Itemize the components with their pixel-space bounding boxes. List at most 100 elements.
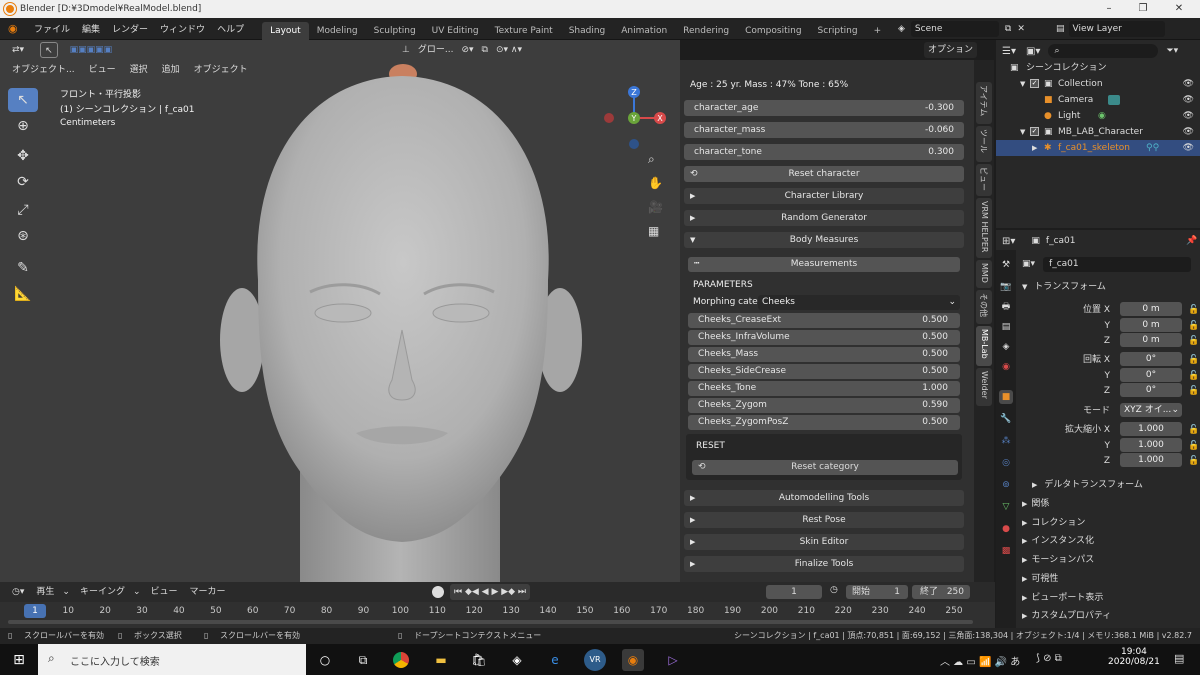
property-section[interactable]: ▶ ビューポート表示 [1016,589,1200,607]
tab-mmd[interactable]: MMD [976,260,992,288]
param-slider[interactable]: Cheeks_CreaseExt 0.500 [688,313,960,328]
tab-scripting[interactable]: Scripting [810,22,866,40]
include-checkbox[interactable]: ✓ [1030,127,1039,136]
modifier-tab-icon[interactable]: 🔧 [999,412,1013,426]
filter-icon[interactable]: ⏷▾ [1166,46,1178,56]
rotate-icon[interactable]: ⟳ [8,170,38,194]
property-section[interactable]: ▶ 関係 [1016,495,1200,513]
chevron-down-icon[interactable]: ⌄ [58,584,74,600]
scale-y-field[interactable]: 1.000 [1120,437,1182,452]
end-frame-field[interactable]: 終了 250 [912,585,970,599]
file-explorer-icon[interactable]: ▬ [430,649,452,671]
taskbar-search[interactable]: ⌕ ここに入力して検索 [38,644,306,675]
property-section[interactable]: ▶ モーションパス [1016,551,1200,569]
delete-scene-icon[interactable]: ✕ [1017,24,1025,34]
pivot-icon[interactable]: ⊥ [398,42,414,58]
tab-item[interactable]: アイテム [976,82,992,124]
outliner-root[interactable]: ▣ シーンコレクション [996,60,1200,76]
menu-playback[interactable]: 再生 [32,584,58,600]
outliner-search[interactable]: ⌕ [1048,44,1159,58]
notification-icon[interactable]: ▤ [1174,652,1184,665]
world-tab-icon[interactable]: ◉ [999,360,1013,374]
chevron-down-icon[interactable]: ⌄ [129,584,145,600]
panel-random-generator[interactable]: ▶ Random Generator [684,210,964,226]
hand-pan-icon[interactable]: ✋ [648,176,663,190]
data-tab-icon[interactable]: ▽ [999,500,1013,514]
lock-icon[interactable]: 🔓 [1188,352,1199,368]
grid-ortho-icon[interactable]: ▦ [648,224,659,238]
current-frame-field[interactable]: 1 [766,585,822,599]
pin-icon[interactable]: 📌 [1186,236,1197,246]
scale-icon[interactable]: ⤢ [8,198,38,222]
lock-icon[interactable]: 🔓 [1188,422,1199,438]
maximize-icon[interactable]: ❐ [1136,2,1150,16]
outliner-editor-icon[interactable]: ☰▾ [1002,46,1016,57]
output-tab-icon[interactable]: 🖶 [999,300,1013,314]
reset-character-button[interactable]: ⟲ Reset character [684,166,964,182]
tab-modeling[interactable]: Modeling [309,22,366,40]
outliner-item-mb-lab-character[interactable]: ▼ ✓ ▣ MB_LAB_Character 👁 [996,124,1200,140]
tool-tab-icon[interactable]: ⚒ [999,258,1013,272]
param-slider[interactable]: Cheeks_Mass 0.500 [688,347,960,362]
edge-icon[interactable]: e [544,649,566,671]
menu-marker[interactable]: マーカー [186,584,230,600]
param-slider[interactable]: Cheeks_Tone 1.000 [688,381,960,396]
new-scene-icon[interactable]: ⧉ [1005,24,1011,34]
visual-studio-icon[interactable]: ▷ [662,649,684,671]
location-y-field[interactable]: 0 m [1120,317,1182,332]
tray-app-icons[interactable]: ⟆ ⊘ ⧉ [1036,653,1062,664]
panel-skin-editor[interactable]: ▶ Skin Editor [684,534,964,550]
store-icon[interactable]: 🛍 [468,649,490,671]
navigation-gizmo[interactable]: Z Y X [600,82,670,152]
transform-orientation[interactable]: グロー... [414,42,458,58]
tab-uv-editing[interactable]: UV Editing [424,22,487,40]
object-tab-icon[interactable]: ■ [999,390,1013,404]
timeline-editor-icon[interactable]: ◷▾ [8,584,28,600]
physics-tab-icon[interactable]: ◎ [999,456,1013,470]
material-tab-icon[interactable]: ● [999,522,1013,536]
param-slider[interactable]: Cheeks_Zygom 0.590 [688,398,960,413]
param-slider[interactable]: Cheeks_InfraVolume 0.500 [688,330,960,345]
particles-tab-icon[interactable]: ⁂ [999,434,1013,448]
zoom-icon[interactable]: ⌕ [648,152,655,167]
lock-icon[interactable]: 🔓 [1188,368,1199,384]
add-workspace-button[interactable]: + [866,22,890,40]
camera-data-icon[interactable] [1108,95,1120,105]
tab-sculpting[interactable]: Sculpting [366,22,424,40]
constraints-tab-icon[interactable]: ⊚ [999,478,1013,492]
outliner-item-camera[interactable]: ■ Camera 👁 [996,92,1200,108]
location-x-field[interactable]: 0 m [1120,302,1182,316]
property-section[interactable]: ▶ インスタンス化 [1016,532,1200,550]
outliner-item-light[interactable]: ● Light ◉ 👁 [996,108,1200,124]
task-view-icon[interactable]: ⧉ [352,649,374,671]
blender-taskbar-icon[interactable]: ◉ [622,649,644,671]
tab-welder[interactable]: Welder [976,368,992,406]
menu-edit[interactable]: 編集 [82,22,100,35]
camera-view-icon[interactable]: 🎥 [648,200,663,214]
menu-view[interactable]: ビュー [85,62,120,78]
menu-file[interactable]: ファイル [34,22,70,35]
timeline-scrollbar[interactable] [8,620,973,624]
lock-icon[interactable]: 🔓 [1188,318,1199,334]
texture-tab-icon[interactable]: ▩ [999,544,1013,558]
outliner-item-skeleton[interactable]: ▶ ✱ f_ca01_skeleton ⚲⚲ 👁 [996,140,1200,156]
slider-character-mass[interactable]: character_mass -0.060 [684,122,964,138]
object-data-icon[interactable]: ▣▾ [1022,259,1035,269]
lock-icon[interactable]: 🔓 [1188,302,1199,318]
tab-layout[interactable]: Layout [262,21,309,40]
playback-controls-icon[interactable]: ⏮ ◆◀ ◀ ▶ ▶◆ ⏭ [450,584,531,600]
scale-x-field[interactable]: 1.000 [1120,422,1182,436]
rotation-mode-dropdown[interactable]: XYZ オイ... ⌄ [1120,403,1182,417]
render-tab-icon[interactable]: 📷 [999,280,1013,294]
snap-icon[interactable]: ⊘▾ [457,42,477,58]
tab-other[interactable]: その他 [976,290,992,324]
param-slider[interactable]: Cheeks_ZygomPosZ 0.500 [688,415,960,430]
tab-animation[interactable]: Animation [613,22,675,40]
proportional-icon[interactable]: ⊙▾ ∧▾ [492,42,526,58]
clock-icon[interactable]: ◷ [830,585,838,595]
collapse-arrow-icon[interactable]: ▼ [1020,124,1025,140]
record-icon[interactable] [432,586,444,598]
annotate-icon[interactable]: ✎ [8,256,38,280]
light-data-icon[interactable]: ◉ [1098,108,1106,124]
menu-render[interactable]: レンダー [112,22,148,35]
